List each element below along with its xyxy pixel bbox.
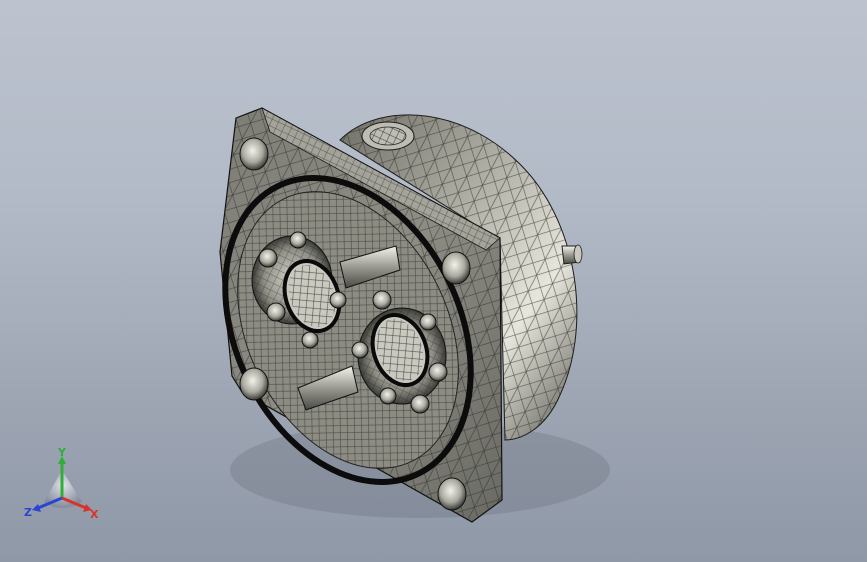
triad-y-label: Y — [57, 448, 67, 459]
bolt-bottom-left — [239, 367, 269, 401]
orientation-triad[interactable]: Y X Z — [22, 448, 104, 526]
triad-z-label: Z — [24, 506, 32, 519]
3d-viewport[interactable] — [0, 0, 867, 562]
bolt-bottom-right — [437, 477, 467, 511]
triad-x-label: X — [90, 508, 99, 521]
bolt-top-right — [441, 251, 471, 285]
drive-shaft[interactable] — [561, 244, 583, 265]
bolt-top-left — [239, 137, 269, 171]
